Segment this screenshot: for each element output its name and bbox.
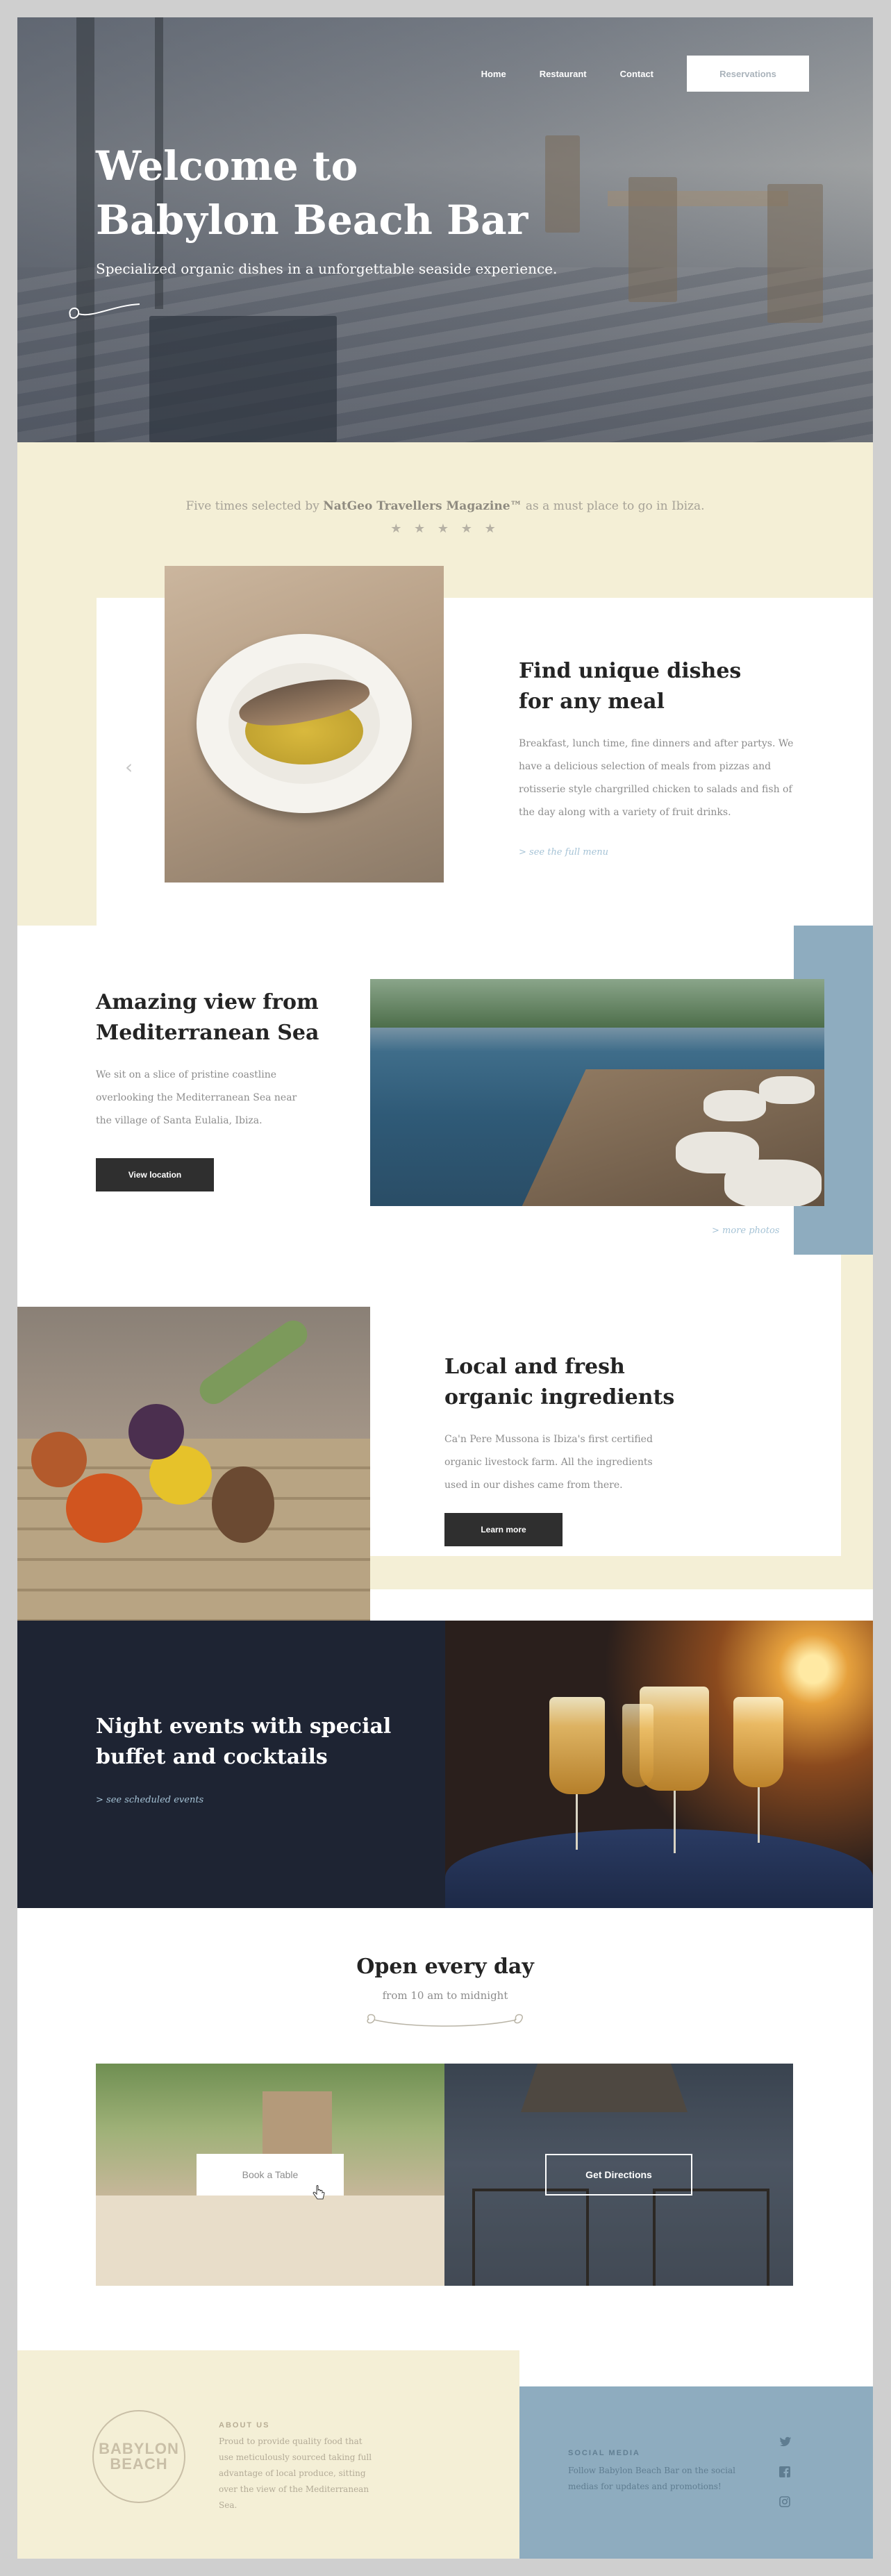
award-suffix: as a must place to go in Ibiza. bbox=[525, 499, 705, 513]
dishes-cream-strip bbox=[17, 598, 97, 926]
glass bbox=[733, 1697, 783, 1787]
book-table-photo: Book a Table bbox=[96, 2064, 444, 2286]
organic-text: Ca'n Pere Mussona is Ibiza's first certi… bbox=[444, 1434, 653, 1491]
dishes-text: Breakfast, lunch time, fine dinners and … bbox=[519, 738, 794, 818]
award-prefix: Five times selected by bbox=[185, 499, 319, 513]
award-magazine: NatGeo Travellers Magazine™ bbox=[323, 499, 522, 513]
page: Home Restaurant Contact Reservations Wel… bbox=[17, 17, 873, 2559]
vegetable bbox=[194, 1314, 313, 1410]
babylon-beach-logo[interactable]: BABYLON BEACH bbox=[92, 2410, 185, 2503]
dishes-title-line2: for any meal bbox=[519, 689, 665, 714]
nav-contact[interactable]: Contact bbox=[620, 69, 653, 79]
nav-restaurant[interactable]: Restaurant bbox=[540, 69, 587, 79]
hero-section: Home Restaurant Contact Reservations Wel… bbox=[17, 17, 873, 442]
logo-line2: BEACH bbox=[110, 2455, 168, 2473]
beanbag bbox=[759, 1076, 815, 1104]
night-title: Night events with special buffet and coc… bbox=[96, 1712, 391, 1773]
organic-title: Local and fresh organic ingredients bbox=[444, 1352, 674, 1413]
tablecloth bbox=[445, 1829, 873, 1908]
more-photos-link[interactable]: > more photos bbox=[712, 1226, 779, 1236]
view-title-line2: Mediterranean Sea bbox=[96, 1021, 319, 1045]
open-title: Open every day bbox=[356, 1955, 534, 1979]
view-text: We sit on a slice of pristine coastline … bbox=[96, 1069, 297, 1126]
vegetable bbox=[212, 1466, 274, 1543]
hero-title-line1: Welcome to bbox=[96, 142, 358, 190]
social-heading: SOCIAL MEDIA bbox=[568, 2449, 640, 2457]
view-title-line1: Amazing view from bbox=[96, 990, 319, 1014]
vegetable bbox=[128, 1404, 184, 1460]
glass-stem bbox=[576, 1794, 578, 1850]
vegetables-photo bbox=[17, 1307, 370, 1637]
hero-deck bbox=[17, 267, 873, 442]
about-heading: ABOUT US bbox=[219, 2421, 270, 2429]
dish-photo bbox=[165, 566, 444, 883]
learn-more-button[interactable]: Learn more bbox=[444, 1513, 563, 1546]
flourish-divider-icon bbox=[367, 2014, 523, 2027]
hero-chair bbox=[545, 135, 580, 233]
instagram-icon[interactable] bbox=[779, 2496, 790, 2507]
carousel-prev-arrow-icon[interactable]: ‹ bbox=[125, 755, 133, 778]
hero-subtitle: Specialized organic dishes in a unforget… bbox=[96, 260, 558, 277]
award-text: Five times selected by NatGeo Travellers… bbox=[17, 499, 873, 513]
vegetable bbox=[66, 1473, 142, 1543]
photo-trees bbox=[370, 979, 824, 1028]
dishes-title-line1: Find unique dishes bbox=[519, 659, 742, 683]
plate bbox=[197, 634, 412, 813]
main-nav: Home Restaurant Contact Reservations bbox=[481, 56, 809, 92]
night-title-line1: Night events with special bbox=[96, 1714, 392, 1739]
reservations-button[interactable]: Reservations bbox=[687, 56, 809, 92]
flourish-icon bbox=[69, 303, 140, 319]
beanbag bbox=[724, 1160, 822, 1206]
dishes-title: Find unique dishes for any meal bbox=[519, 656, 741, 717]
glass bbox=[622, 1704, 653, 1787]
glass bbox=[549, 1697, 605, 1794]
organic-title-line2: organic ingredients bbox=[444, 1385, 675, 1410]
scheduled-events-link[interactable]: > see scheduled events bbox=[96, 1795, 203, 1805]
hero-title-line2: Babylon Beach Bar bbox=[96, 196, 528, 244]
hero-chair bbox=[767, 184, 823, 323]
table-top bbox=[96, 2196, 444, 2286]
hero-chair bbox=[628, 177, 677, 302]
night-title-line2: buffet and cocktails bbox=[96, 1745, 328, 1769]
social-text: Follow Babylon Beach Bar on the social m… bbox=[568, 2466, 735, 2491]
open-hours: from 10 am to midnight bbox=[382, 1989, 508, 2002]
nav-home[interactable]: Home bbox=[481, 69, 506, 79]
hero-chair bbox=[149, 316, 337, 442]
directions-photo: Get Directions bbox=[444, 2064, 793, 2286]
glass-stem bbox=[758, 1787, 760, 1843]
view-title: Amazing view from Mediterranean Sea bbox=[96, 987, 319, 1048]
organic-title-line1: Local and fresh bbox=[444, 1355, 625, 1379]
rating-stars: ★ ★ ★ ★ ★ bbox=[390, 521, 500, 536]
get-directions-button[interactable]: Get Directions bbox=[545, 2154, 692, 2196]
hero-title: Welcome to Babylon Beach Bar bbox=[96, 139, 528, 247]
sea-view-photo bbox=[370, 979, 824, 1206]
glass-stem bbox=[674, 1791, 676, 1853]
full-menu-link[interactable]: > see the full menu bbox=[519, 847, 608, 858]
view-location-button[interactable]: View location bbox=[96, 1158, 214, 1191]
cocktails-photo bbox=[445, 1621, 873, 1908]
beanbag bbox=[703, 1090, 766, 1121]
award-band: Five times selected by NatGeo Travellers… bbox=[17, 442, 873, 598]
about-text: Proud to provide quality food that use m… bbox=[219, 2436, 372, 2510]
logo-line1: BABYLON bbox=[99, 2440, 179, 2457]
vegetable bbox=[31, 1432, 87, 1487]
hero-post bbox=[76, 17, 94, 442]
twitter-icon[interactable] bbox=[779, 2436, 792, 2448]
facebook-icon[interactable] bbox=[779, 2466, 790, 2477]
hand-cursor-icon bbox=[313, 2185, 325, 2200]
